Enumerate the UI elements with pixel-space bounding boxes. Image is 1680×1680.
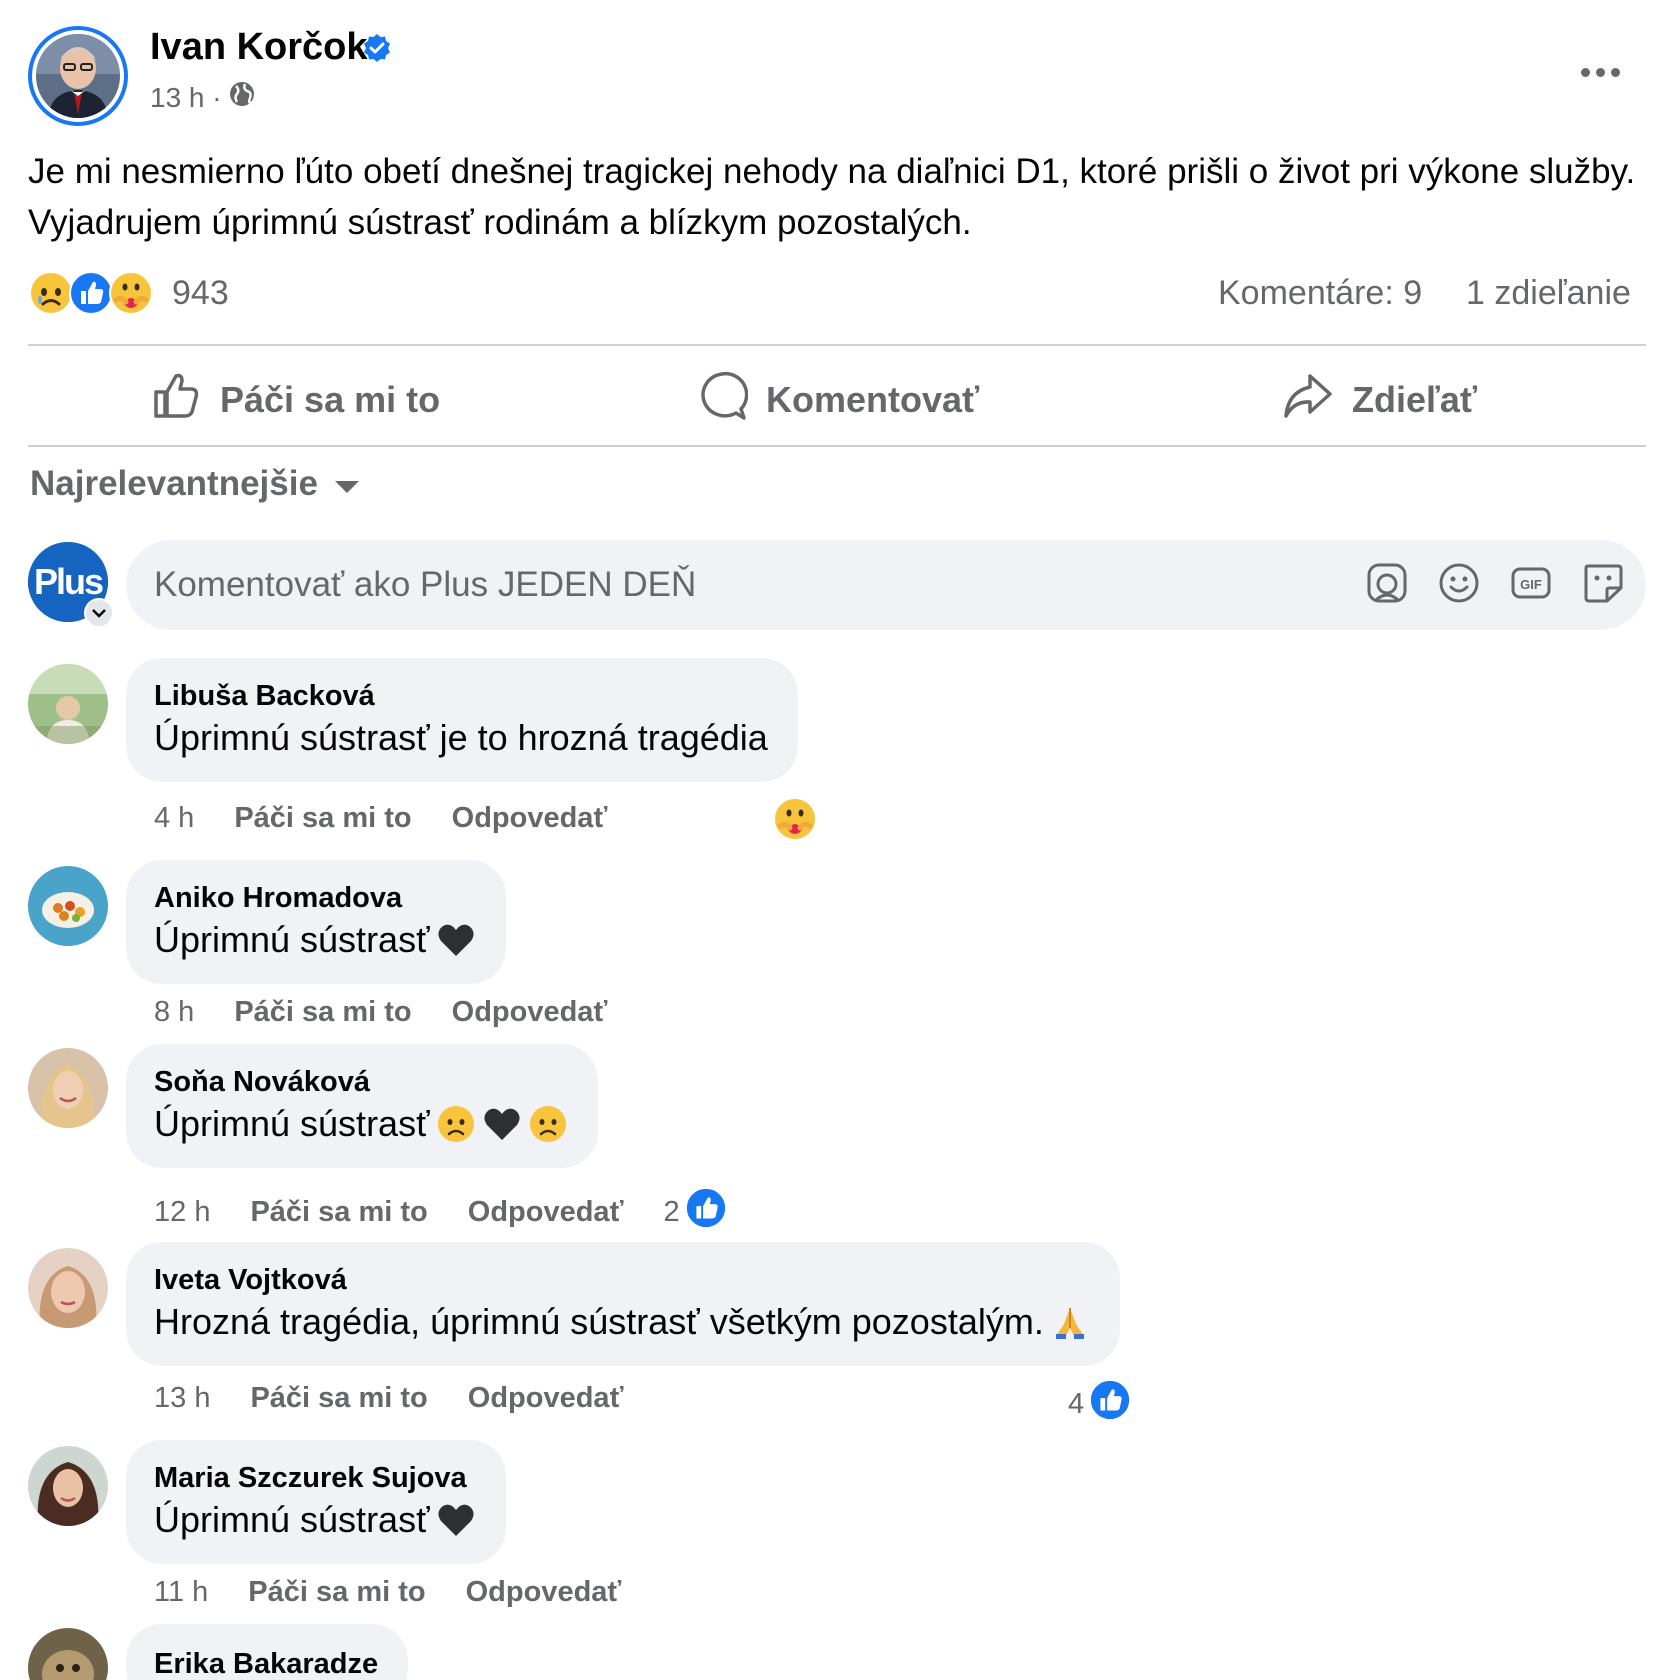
commenter-avatar[interactable] — [28, 1628, 108, 1680]
black-heart-icon — [436, 1500, 476, 1540]
care-reaction-icon[interactable] — [772, 796, 818, 842]
comment-time[interactable]: 11 h — [154, 1576, 208, 1609]
comment-bubble: Iveta Vojtková Hrozná tragédia, úprimnú … — [126, 1242, 1120, 1366]
commenter-name[interactable]: Iveta Vojtková — [154, 1262, 1090, 1298]
svg-text:GIF: GIF — [1520, 577, 1542, 592]
commenter-avatar[interactable] — [28, 1248, 108, 1328]
comment-bubble: Erika Bakaradze — [126, 1624, 409, 1680]
comment-time[interactable]: 4 h — [154, 802, 194, 835]
divider — [28, 445, 1646, 447]
post-text: Je mi nesmierno ľúto obetí dnešnej tragi… — [28, 152, 1636, 242]
post-meta: 13 h · — [150, 80, 256, 115]
comment-like-button[interactable]: Páči sa mi to — [250, 1382, 427, 1415]
reaction-count: 4 — [1068, 1387, 1085, 1420]
like-button-label: Páči sa mi to — [220, 379, 441, 420]
comment-actions: 13 h Páči sa mi to Odpovedať — [154, 1382, 623, 1415]
comment-reply-button[interactable]: Odpovedať — [468, 1382, 624, 1415]
comment-reactions[interactable]: 4 — [1068, 1378, 1132, 1430]
comment-text: Úprimnú sústrasť — [154, 919, 430, 960]
commenter-name[interactable]: Maria Szczurek Sujova — [154, 1460, 476, 1496]
more-dot-icon — [1610, 67, 1620, 77]
comment-text: Úprimnú sústrasť — [154, 1103, 430, 1144]
comments-count[interactable]: Komentáre: 9 — [1218, 274, 1422, 313]
commenter-name[interactable]: Aniko Hromadova — [154, 880, 476, 916]
reaction-count[interactable]: 943 — [172, 274, 229, 313]
thumbs-up-icon — [150, 370, 202, 431]
comment-button[interactable]: Komentovať — [696, 370, 979, 430]
reaction-count: 2 — [663, 1195, 680, 1228]
caret-down-icon — [334, 464, 360, 504]
like-reaction-icon — [1088, 1378, 1132, 1430]
comment-reply-button[interactable]: Odpovedať — [452, 996, 608, 1029]
sad-face-icon — [436, 1104, 476, 1144]
reaction-summary[interactable] — [28, 270, 153, 316]
folded-hands-icon — [1050, 1302, 1090, 1342]
comment-like-button[interactable]: Páči sa mi to — [234, 996, 411, 1029]
comment-reply-button[interactable]: Odpovedať — [466, 1576, 622, 1609]
commenter-avatar[interactable] — [28, 1446, 108, 1526]
comment-reply-button[interactable]: Odpovedať — [452, 802, 608, 835]
more-options-button[interactable] — [1572, 52, 1628, 92]
comment-actions: 12 h Páči sa mi to Odpovedať 2 — [154, 1186, 728, 1238]
chevron-down-icon[interactable] — [84, 598, 114, 628]
comment-bubble: Soňa Nováková Úprimnú sústrasť — [126, 1044, 598, 1168]
comment-time[interactable]: 13 h — [154, 1382, 210, 1415]
like-reaction-icon — [684, 1186, 728, 1238]
author-avatar[interactable] — [28, 26, 128, 126]
comment-actions: 11 h Páči sa mi to Odpovedať — [154, 1576, 621, 1609]
commenter-name[interactable]: Erika Bakaradze — [154, 1646, 378, 1680]
emoji-icon[interactable] — [1438, 562, 1480, 604]
shares-count[interactable]: 1 zdieľanie — [1466, 274, 1631, 313]
black-heart-icon — [482, 1104, 522, 1144]
comment-composer[interactable]: GIF — [126, 540, 1646, 630]
comment-like-button[interactable]: Páči sa mi to — [250, 1196, 427, 1229]
comment-text: Úprimnú sústrasť je to hrozná tragédia — [154, 717, 768, 758]
comment-like-button[interactable]: Páči sa mi to — [234, 802, 411, 835]
post-time[interactable]: 13 h · — [150, 82, 222, 114]
like-button[interactable]: Páči sa mi to — [150, 370, 440, 430]
care-reaction-icon — [108, 270, 154, 316]
commenter-avatar[interactable] — [28, 866, 108, 946]
share-arrow-icon — [1282, 370, 1334, 431]
sticker-icon[interactable] — [1582, 562, 1624, 604]
verified-badge-icon — [362, 33, 392, 63]
page-avatar[interactable]: Plus — [28, 542, 114, 628]
comment-sort-dropdown[interactable]: Najrelevantnejšie — [30, 464, 360, 504]
sad-face-icon — [528, 1104, 568, 1144]
comment-reply-button[interactable]: Odpovedať — [468, 1196, 624, 1229]
comment-actions: 8 h Páči sa mi to Odpovedať — [154, 996, 607, 1029]
comment-button-label: Komentovať — [766, 379, 980, 420]
avatar-sticker-icon[interactable] — [1366, 562, 1408, 604]
comment-bubble: Aniko Hromadova Úprimnú sústrasť — [126, 860, 506, 984]
commenter-name[interactable]: Soňa Nováková — [154, 1064, 568, 1100]
comment-time[interactable]: 8 h — [154, 996, 194, 1029]
divider — [28, 344, 1646, 346]
comment-reactions[interactable]: 2 — [663, 1186, 727, 1238]
sort-label: Najrelevantnejšie — [30, 464, 318, 503]
commenter-avatar[interactable] — [28, 664, 108, 744]
gif-icon[interactable]: GIF — [1510, 562, 1552, 604]
comment-bubble: Maria Szczurek Sujova Úprimnú sústrasť — [126, 1440, 506, 1564]
comment-time[interactable]: 12 h — [154, 1196, 210, 1229]
black-heart-icon — [436, 920, 476, 960]
globe-icon — [228, 80, 256, 115]
author-photo — [36, 34, 120, 118]
share-button[interactable]: Zdieľať — [1282, 370, 1477, 430]
comment-actions: 4 h Páči sa mi to Odpovedať — [154, 802, 607, 835]
comment-text: Úprimnú sústrasť — [154, 1499, 430, 1540]
comment-input[interactable] — [154, 540, 1354, 630]
comment-bubble-icon — [696, 370, 749, 431]
commenter-avatar[interactable] — [28, 1048, 108, 1128]
comment-like-button[interactable]: Páči sa mi to — [248, 1576, 425, 1609]
author-name[interactable]: Ivan Korčok — [150, 26, 368, 69]
comment-bubble: Libuša Backová Úprimnú sústrasť je to hr… — [126, 658, 798, 782]
more-dot-icon — [1580, 67, 1590, 77]
more-dot-icon — [1595, 67, 1605, 77]
share-button-label: Zdieľať — [1352, 379, 1478, 420]
comment-text: Hrozná tragédia, úprimnú sústrasť všetký… — [154, 1301, 1044, 1342]
commenter-name[interactable]: Libuša Backová — [154, 678, 768, 714]
